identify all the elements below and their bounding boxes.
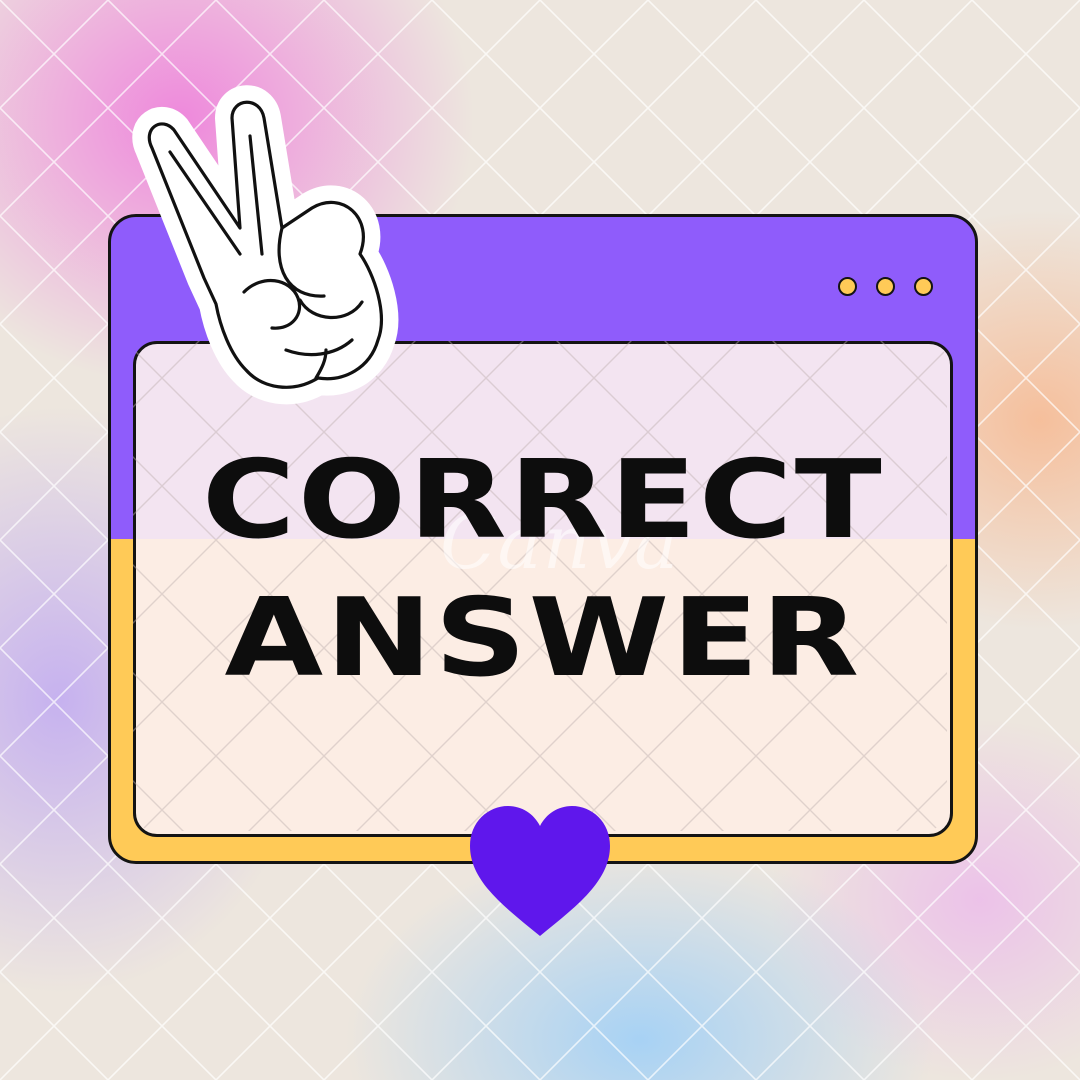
window-dot-icon (838, 277, 857, 296)
window-dot-icon (876, 277, 895, 296)
window-controls (838, 277, 933, 296)
headline-line-2: ANSWER (224, 576, 862, 701)
heart-icon (470, 806, 610, 936)
peace-hand-icon (132, 85, 399, 405)
headline: CORRECT ANSWER (108, 432, 978, 708)
window-dot-icon (914, 277, 933, 296)
headline-line-1: CORRECT (201, 438, 885, 563)
